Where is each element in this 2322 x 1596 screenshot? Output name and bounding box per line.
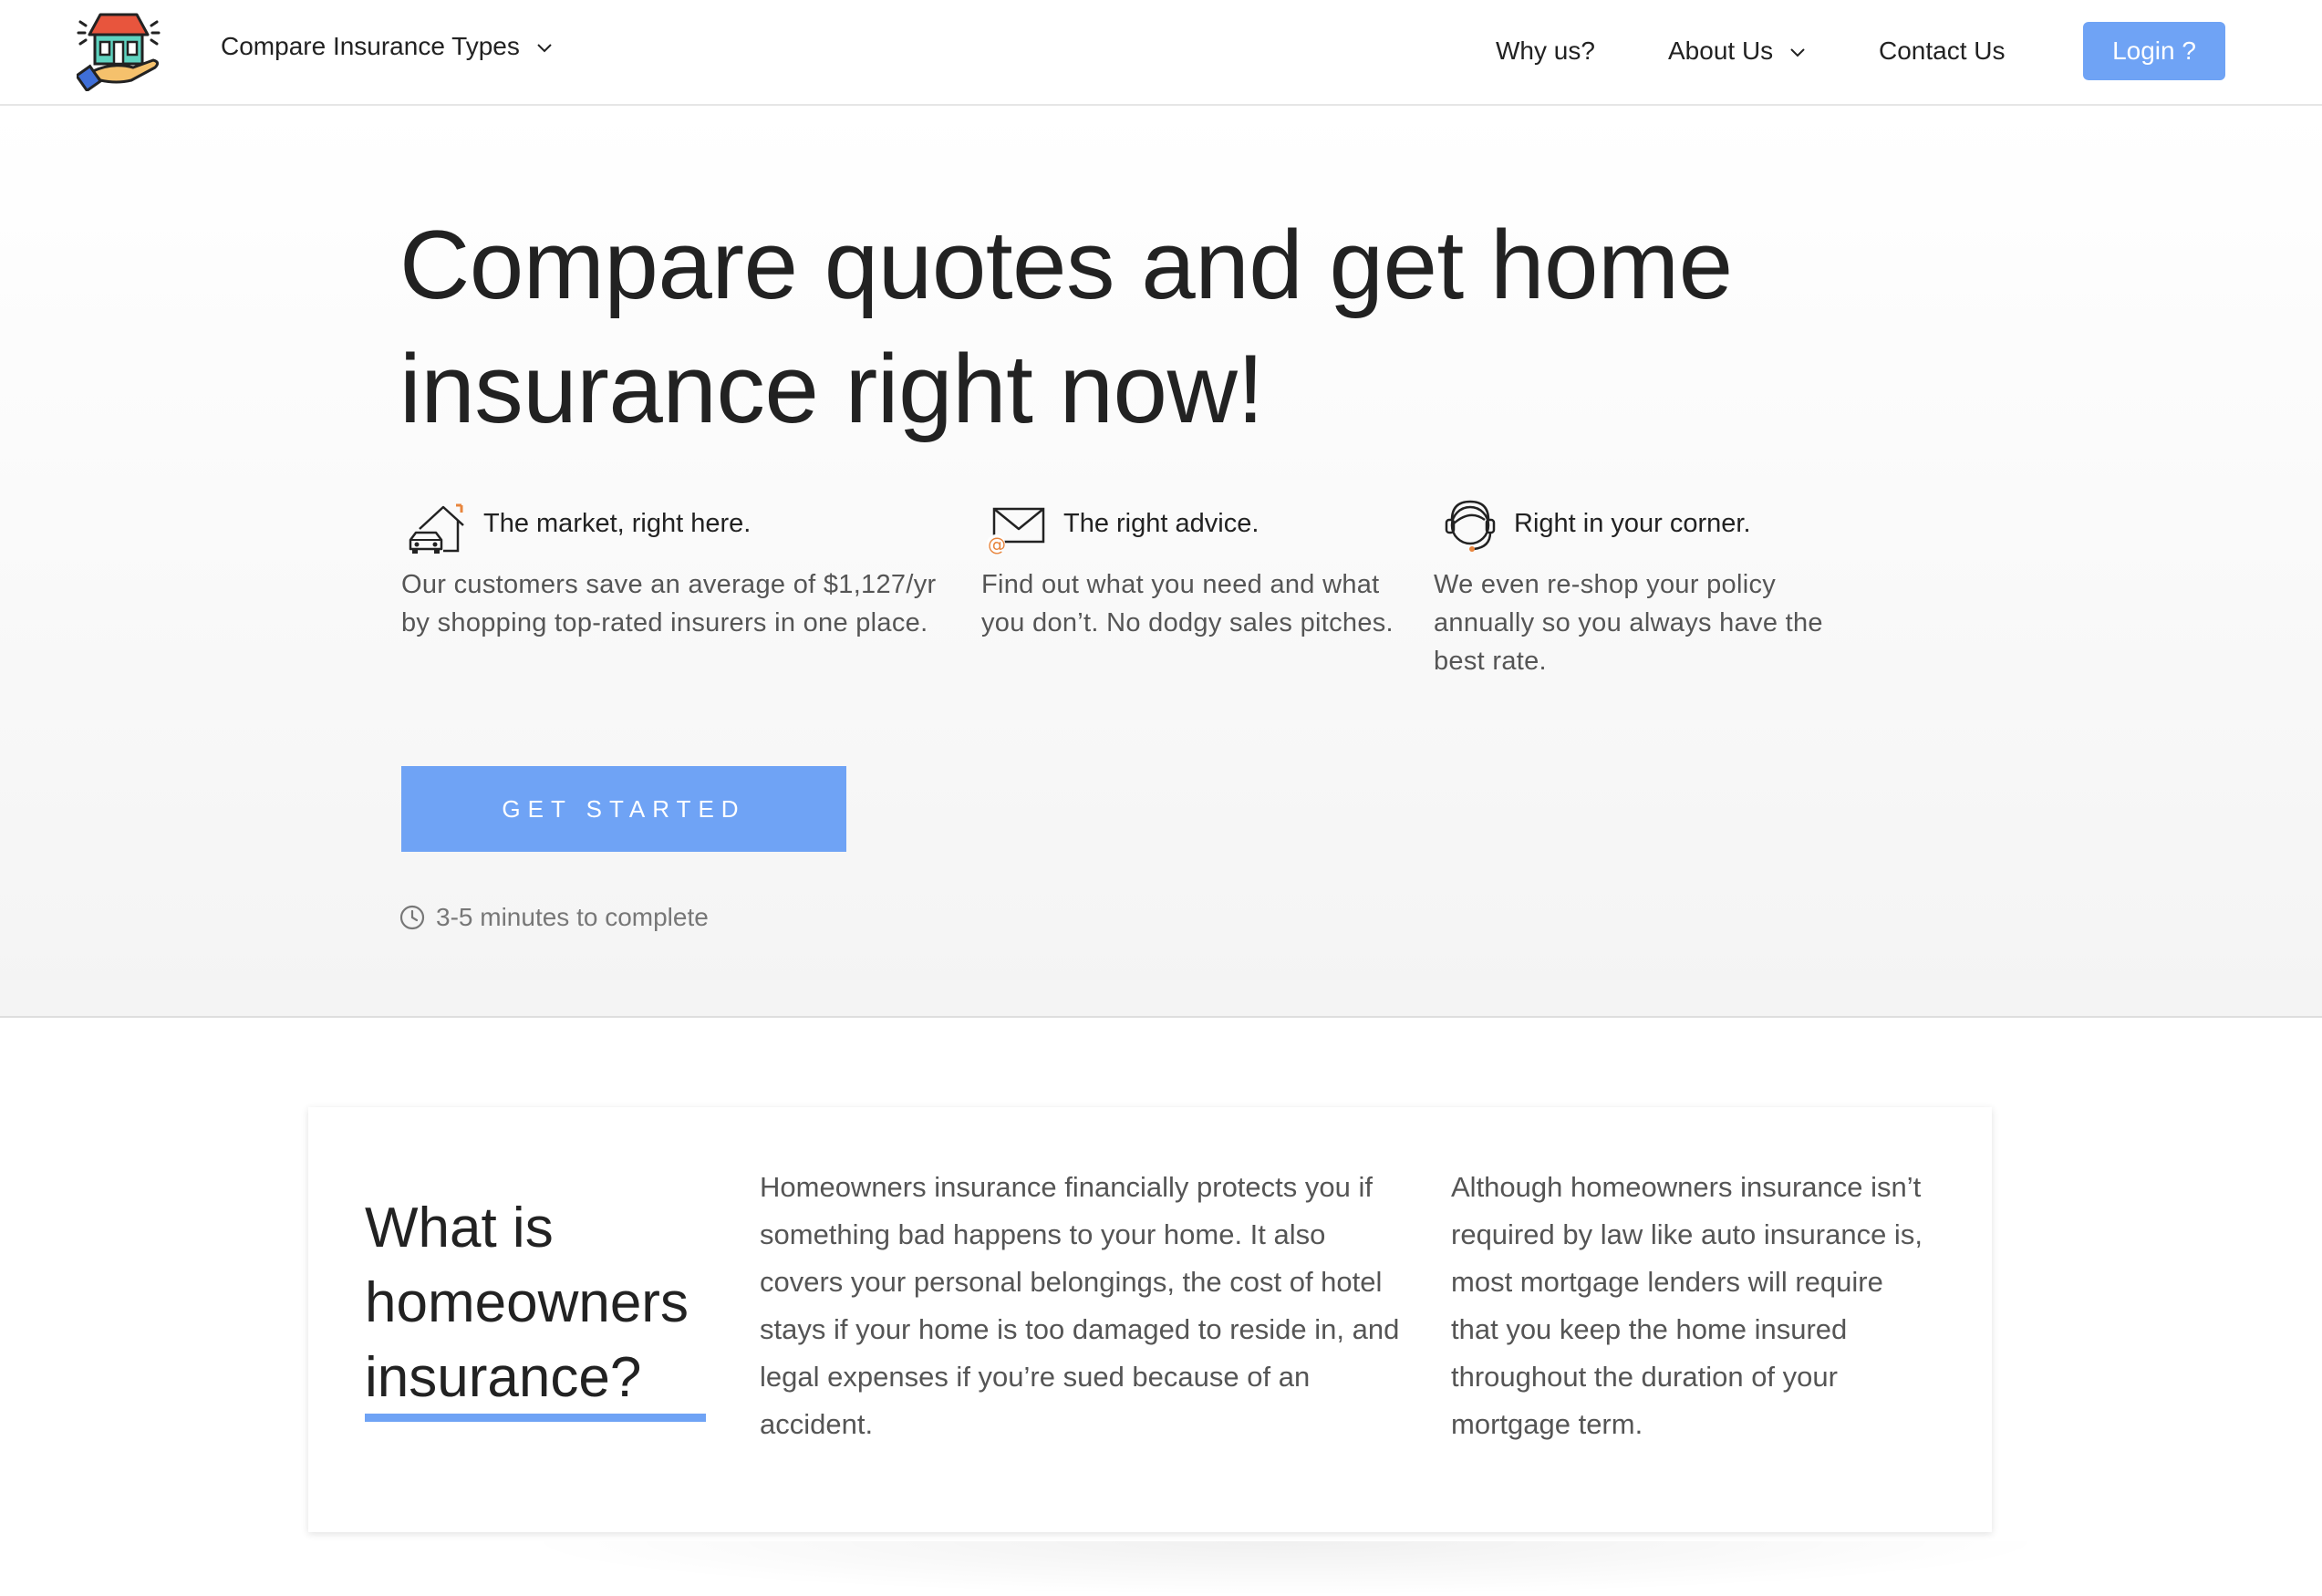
nav-about-label: About Us [1668,36,1774,65]
feature-title: The market, right here. [483,509,752,538]
next-section-shadow [511,1541,2061,1596]
chevron-down-icon [1790,47,1805,57]
nav-contact-us[interactable]: Contact Us [1879,36,2006,66]
clock-icon [399,905,425,930]
nav-compare-label: Compare Insurance Types [221,32,520,60]
feature-title: Right in your corner. [1514,509,1751,538]
info-paragraph: Although homeowners insurance isn’t requ… [1451,1171,1923,1440]
hero-title: Compare quotes and get home insurance ri… [399,210,1733,443]
nav-compare-insurance-types[interactable]: Compare Insurance Types [221,32,553,61]
time-estimate-text: 3-5 minutes to complete [436,903,709,931]
info-paragraph: Homeowners insurance financially protect… [760,1171,1400,1440]
envelope-at-icon: @ [985,502,1047,556]
title-underline [365,1414,706,1422]
feature-body: Our customers save an average of $1,127/… [401,570,937,637]
house-in-hand-logo-icon[interactable] [74,11,161,93]
time-estimate: 3-5 minutes to complete [399,903,709,932]
info-card-title: What is homeowners insurance? [365,1197,689,1409]
login-button[interactable]: Login ? [2083,22,2225,80]
feature-body: Find out what you need and what you don’… [981,570,1394,637]
chevron-down-icon [536,43,552,53]
house-car-icon [407,502,469,556]
headset-agent-icon [1439,500,1501,554]
feature-title: The right advice. [1063,509,1259,538]
feature-body: We even re-shop your policy annually so … [1434,570,1823,676]
get-started-button[interactable]: GET STARTED [401,766,846,852]
nav-why-us[interactable]: Why us? [1496,36,1595,66]
nav-about-us[interactable]: About Us [1668,36,1806,66]
svg-text:@: @ [988,534,1006,555]
